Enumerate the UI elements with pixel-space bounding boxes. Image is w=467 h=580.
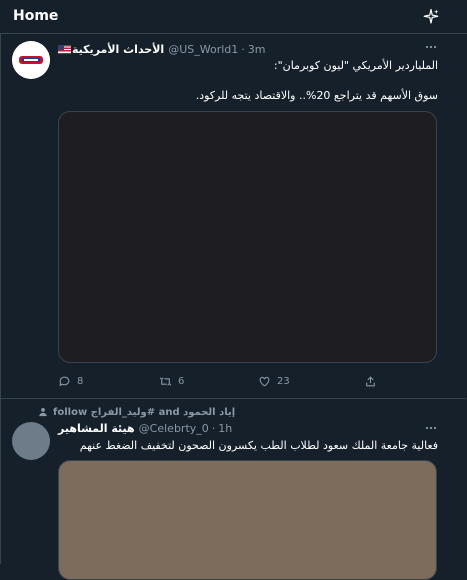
social-context[interactable]: إياد الحمود and #وليد_الفراج follow (38, 405, 235, 419)
share-button[interactable] (364, 373, 377, 389)
author-name[interactable]: الأحداث الأمريكية (72, 43, 164, 56)
tweet-time[interactable]: 1h (218, 422, 232, 435)
reply-count: 8 (77, 375, 84, 387)
timeline-header: Home (0, 0, 467, 34)
author-name[interactable]: هيئة المشاهير (58, 422, 135, 435)
like-count: 23 (277, 375, 290, 387)
heart-icon (259, 376, 270, 386)
tweet-media[interactable] (58, 460, 437, 580)
retweet-count: 6 (178, 375, 185, 387)
tweet-meta: الأحداث الأمريكية @US_World1 · 3m (58, 41, 265, 57)
tweet[interactable]: الأحداث الأمريكية @US_World1 · 3m المليا… (0, 35, 466, 399)
retweet-icon (159, 376, 172, 386)
tweet-media[interactable] (58, 111, 437, 363)
retweet-button[interactable]: 6 (159, 373, 184, 389)
avatar[interactable] (12, 422, 50, 460)
like-button[interactable]: 23 (258, 373, 290, 389)
sparkle-icon[interactable] (422, 8, 440, 26)
tweet-actions: 8 6 23 (58, 373, 438, 389)
avatar[interactable] (12, 41, 50, 79)
person-icon (39, 408, 47, 417)
more-options-icon[interactable] (424, 41, 438, 53)
us-flag-icon (58, 44, 71, 54)
meta-separator: · (211, 421, 216, 435)
meta-separator: · (241, 42, 245, 56)
reply-button[interactable]: 8 (58, 373, 83, 389)
tweet-text-line: فعالية جامعة الملك سعود لطلاب الطب يكسرو… (79, 439, 438, 452)
author-handle[interactable]: @Celebrty_0 (139, 422, 209, 435)
social-context-text: إياد الحمود and #وليد_الفراج follow (53, 406, 236, 418)
tweet-time[interactable]: 3m (248, 43, 266, 56)
author-handle[interactable]: @US_World1 (168, 43, 238, 56)
tweet[interactable]: إياد الحمود and #وليد_الفراج follow هيئة… (0, 400, 466, 580)
tweet-text-line: الملياردير الأمريكي "ليون كوبرمان": (273, 59, 438, 72)
more-options-icon[interactable] (424, 422, 438, 434)
share-icon (366, 375, 375, 386)
reply-icon (59, 376, 70, 386)
tweet-meta: هيئة المشاهير @Celebrty_0 · 1h (58, 420, 232, 436)
tweet-text-line: سوق الأسهم قد يتراجع 20%.. والاقتصاد يتج… (195, 89, 438, 102)
page-title: Home (13, 8, 59, 24)
news-logo-icon (12, 41, 50, 79)
